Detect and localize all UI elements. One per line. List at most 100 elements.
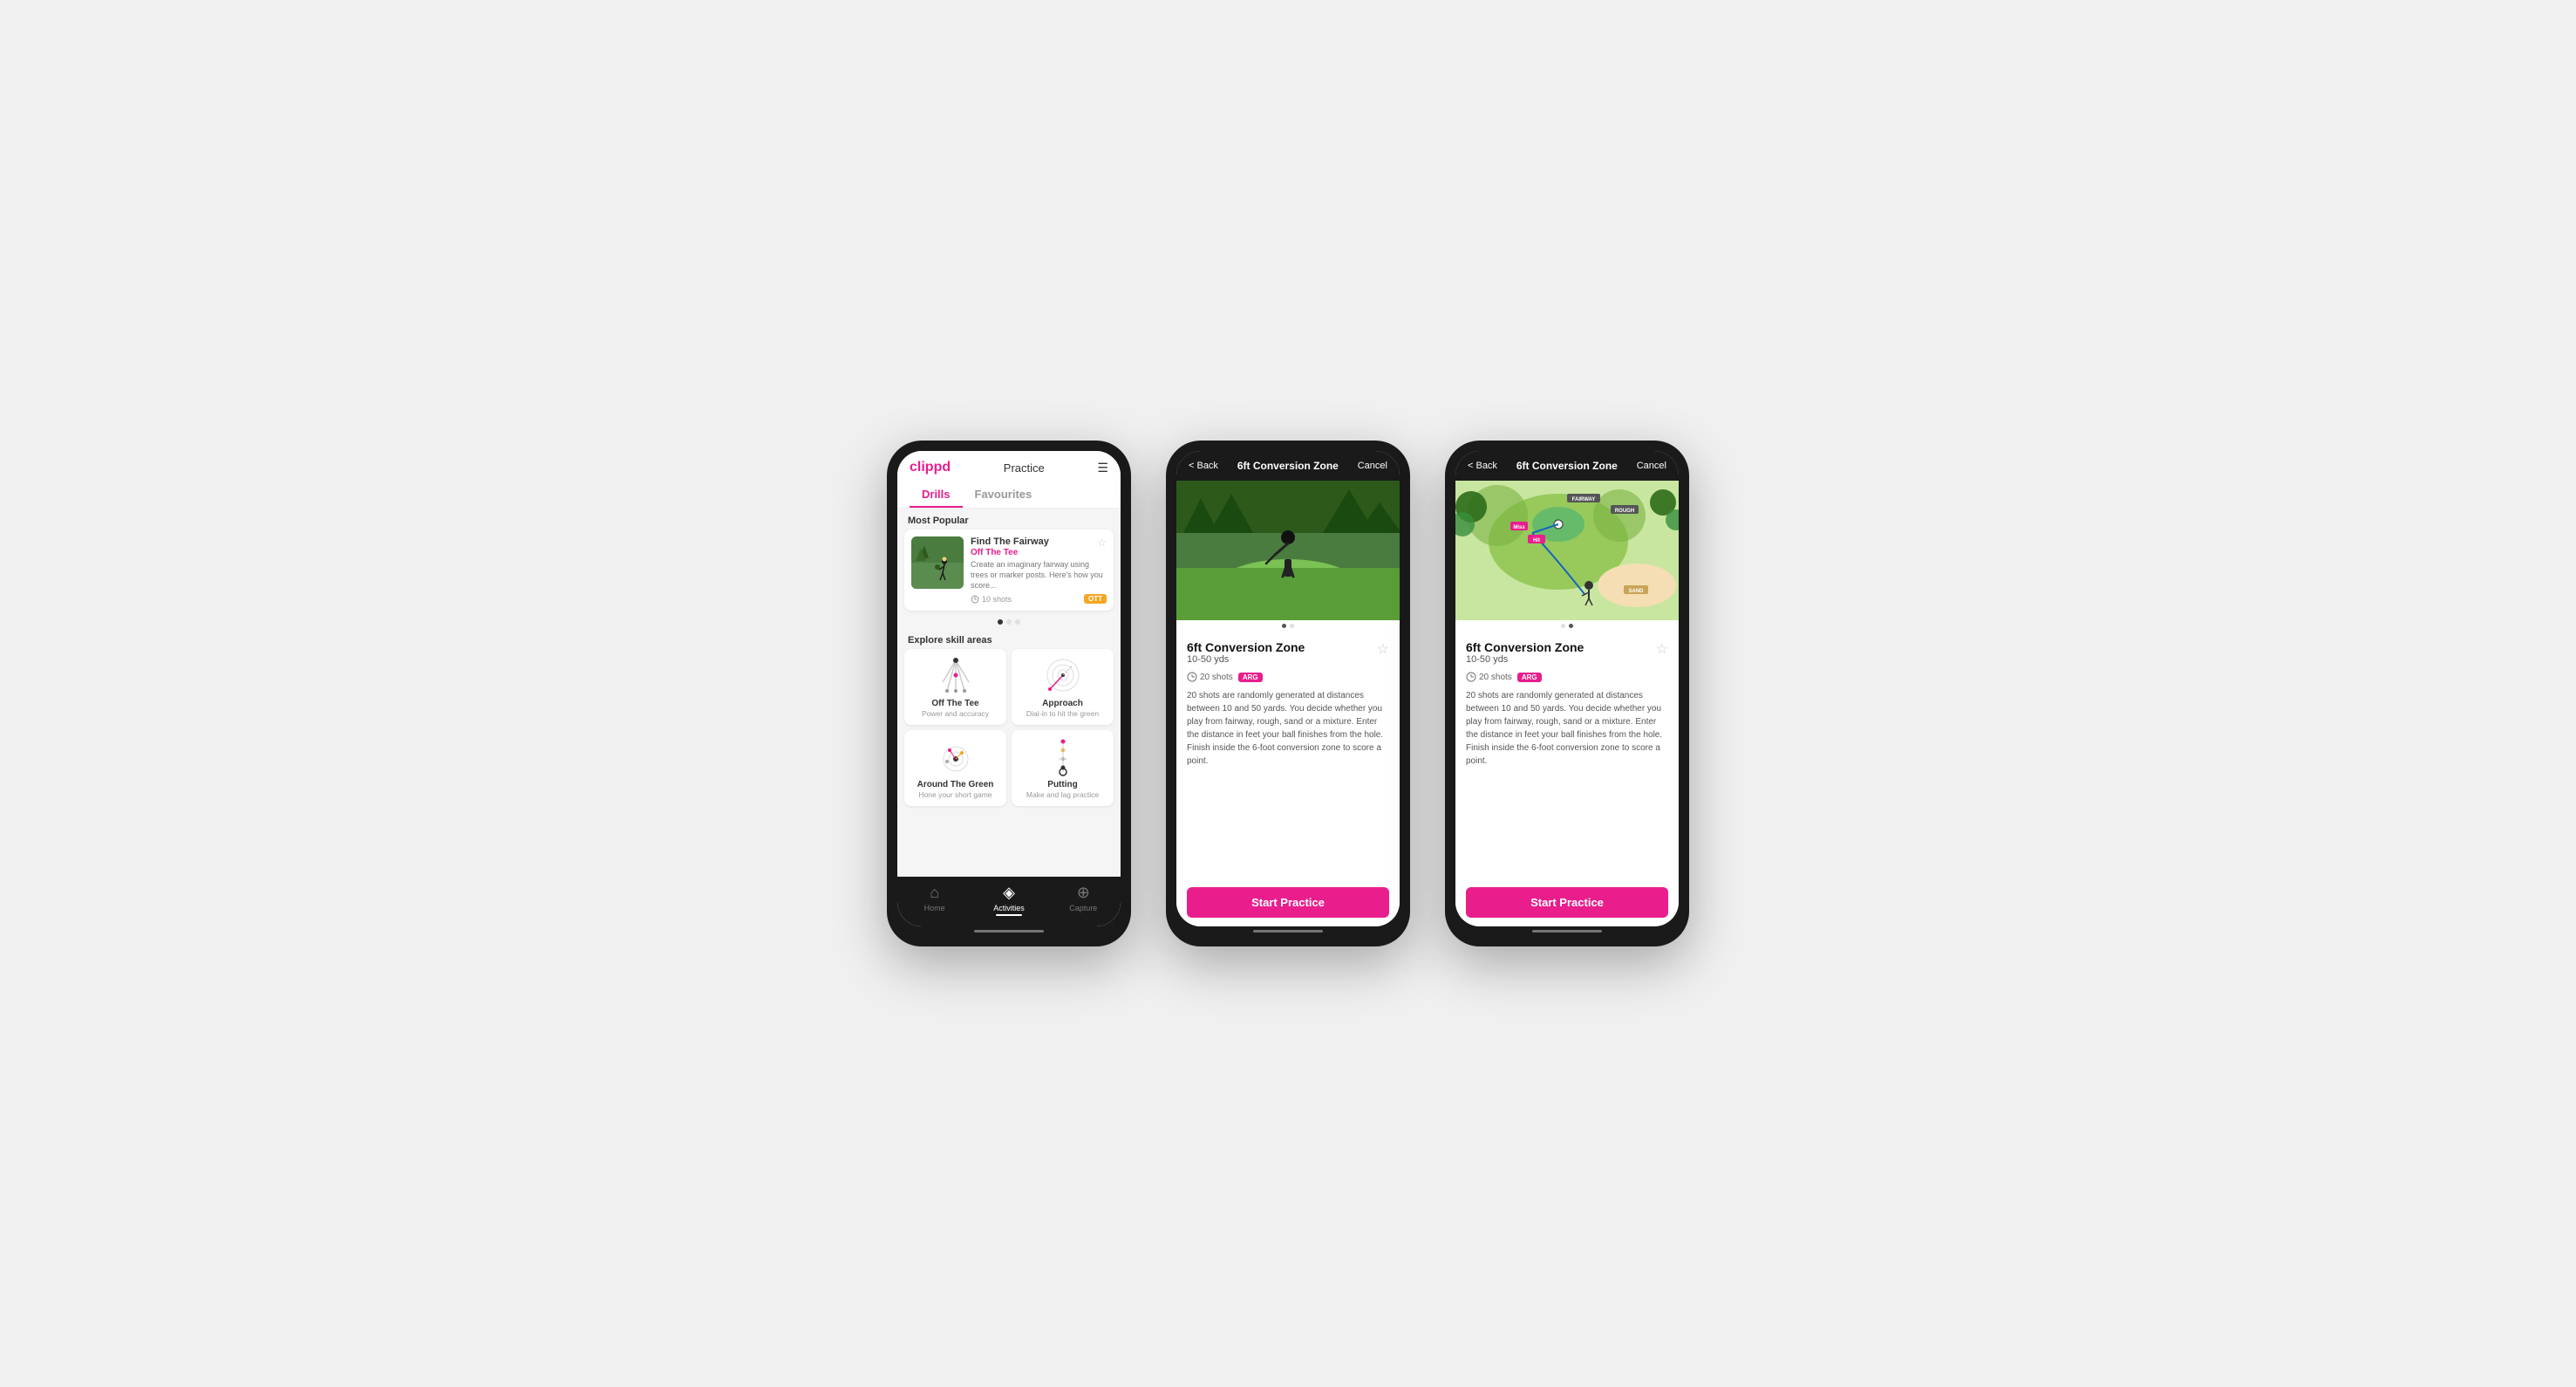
tab-drills[interactable]: Drills <box>910 482 963 508</box>
dot-3 <box>1015 619 1020 625</box>
favourite-star[interactable]: ☆ <box>1097 536 1107 549</box>
drill-footer: 10 shots OTT <box>971 594 1107 604</box>
svg-text:FAIRWAY: FAIRWAY <box>1572 497 1596 502</box>
golf-photo-svg <box>1176 481 1400 620</box>
image-dot-1 <box>1282 624 1286 628</box>
svg-text:ROUGH: ROUGH <box>1615 509 1634 514</box>
start-practice-button-2[interactable]: Start Practice <box>1187 887 1389 918</box>
skill-card-arg[interactable]: Around The Green Hone your short game <box>904 730 1006 806</box>
carousel-dots <box>897 616 1121 628</box>
nav-capture[interactable]: ⊕ Capture <box>1046 884 1121 916</box>
golf-thumb-svg <box>911 536 964 589</box>
phone-3: < Back 6ft Conversion Zone Cancel <box>1445 441 1689 946</box>
home-indicator-3 <box>1532 930 1602 933</box>
image-dot-3-1 <box>1561 624 1565 628</box>
dot-1 <box>998 619 1003 625</box>
cancel-button-3[interactable]: Cancel <box>1637 461 1666 471</box>
phone-3-screen: < Back 6ft Conversion Zone Cancel <box>1455 451 1679 926</box>
phone3-header: < Back 6ft Conversion Zone Cancel <box>1455 451 1679 481</box>
ott-svg <box>934 656 978 695</box>
nav-activities[interactable]: ◈ Activities <box>971 884 1046 916</box>
drill-title-group: 6ft Conversion Zone 10-50 yds <box>1187 640 1305 668</box>
skill-card-putting[interactable]: Putting Make and lag practice <box>1012 730 1114 806</box>
arg-badge-2: ARG <box>1238 673 1263 682</box>
clock-icon <box>971 595 979 604</box>
approach-icon <box>1041 656 1085 695</box>
ott-badge: OTT <box>1084 594 1107 604</box>
detail-fav-star-2[interactable]: ☆ <box>1377 640 1389 658</box>
golf-map-svg: Hit Miss FAIRWAY ROUGH SAND <box>1455 481 1679 620</box>
arg-badge-3: ARG <box>1517 673 1542 682</box>
nav-home[interactable]: ⌂ Home <box>897 884 971 916</box>
most-popular-label: Most Popular <box>897 509 1121 530</box>
golf-photo <box>1176 481 1400 620</box>
detail-fav-star-3[interactable]: ☆ <box>1656 640 1668 658</box>
cancel-button[interactable]: Cancel <box>1358 461 1387 471</box>
shots-info-3: 20 shots <box>1466 672 1512 682</box>
drill-thumbnail <box>911 536 964 589</box>
putting-icon <box>1041 737 1085 776</box>
featured-drill-card[interactable]: Find The Fairway Off The Tee Create an i… <box>904 530 1114 611</box>
putting-svg <box>1041 737 1085 776</box>
clock-icon-2 <box>1187 672 1197 682</box>
home-icon: ⌂ <box>930 884 939 902</box>
ott-desc: Power and accuracy <box>922 709 989 718</box>
drill-detail-header-2: 6ft Conversion Zone 10-50 yds ☆ <box>1187 640 1389 668</box>
drill-detail-range-2: 10-50 yds <box>1187 654 1305 665</box>
menu-icon[interactable]: ☰ <box>1097 461 1108 475</box>
approach-desc: Dial-in to hit the green <box>1026 709 1099 718</box>
back-button[interactable]: < Back <box>1189 461 1218 471</box>
explore-label: Explore skill areas <box>897 628 1121 649</box>
home-label: Home <box>924 904 945 912</box>
drill-title-group-3: 6ft Conversion Zone 10-50 yds <box>1466 640 1584 668</box>
clock-icon-3 <box>1466 672 1476 682</box>
top-bar: clippd Practice ☰ <box>910 460 1108 475</box>
arg-icon <box>934 737 978 776</box>
drill-detail-range-3: 10-50 yds <box>1466 654 1584 665</box>
image-dot-2 <box>1290 624 1294 628</box>
skill-grid: Off The Tee Power and accuracy <box>897 649 1121 813</box>
drill-detail-title-3: 6ft Conversion Zone <box>1466 640 1584 654</box>
drill-detail-content-3: 6ft Conversion Zone 10-50 yds ☆ 20 shots… <box>1455 632 1679 926</box>
home-indicator-1 <box>974 930 1044 933</box>
drill-thumb-image <box>911 536 964 589</box>
arg-svg <box>934 737 978 776</box>
phone-1-screen: clippd Practice ☰ Drills Favourites Most… <box>897 451 1121 926</box>
shots-count: 10 shots <box>971 595 1012 604</box>
drill-detail-desc-2: 20 shots are randomly generated at dista… <box>1187 689 1389 880</box>
drill-info: Find The Fairway Off The Tee Create an i… <box>971 536 1107 604</box>
putting-name: Putting <box>1047 780 1077 789</box>
skill-card-approach[interactable]: Approach Dial-in to hit the green <box>1012 649 1114 725</box>
putting-desc: Make and lag practice <box>1026 790 1099 799</box>
phone-2: < Back 6ft Conversion Zone Cancel <box>1166 441 1410 946</box>
drill-subtitle: Off The Tee <box>971 548 1107 557</box>
skill-card-ott[interactable]: Off The Tee Power and accuracy <box>904 649 1006 725</box>
drill-detail-title-2: 6ft Conversion Zone <box>1187 640 1305 654</box>
svg-text:SAND: SAND <box>1628 589 1644 594</box>
tab-favourites[interactable]: Favourites <box>963 482 1045 508</box>
phone-2-screen: < Back 6ft Conversion Zone Cancel <box>1176 451 1400 926</box>
home-indicator-2 <box>1253 930 1323 933</box>
drill-photo <box>1176 481 1400 620</box>
start-practice-button-3[interactable]: Start Practice <box>1466 887 1668 918</box>
ott-name: Off The Tee <box>931 699 978 708</box>
image-dot-3-2 <box>1569 624 1573 628</box>
activities-label: Activities <box>993 904 1025 912</box>
svg-text:Miss: Miss <box>1513 525 1525 530</box>
arg-desc: Hone your short game <box>918 790 992 799</box>
bottom-nav: ⌂ Home ◈ Activities ⊕ Capture <box>897 877 1121 926</box>
capture-label: Capture <box>1069 904 1097 912</box>
drill-description: Create an imaginary fairway using trees … <box>971 560 1107 591</box>
tab-bar: Drills Favourites <box>910 482 1108 508</box>
capture-icon: ⊕ <box>1077 884 1090 902</box>
dot-2 <box>1006 619 1012 625</box>
header-title: Practice <box>1004 461 1045 475</box>
phones-container: clippd Practice ☰ Drills Favourites Most… <box>887 441 1689 946</box>
phone2-header: < Back 6ft Conversion Zone Cancel <box>1176 451 1400 481</box>
golf-map: Hit Miss FAIRWAY ROUGH SAND <box>1455 481 1679 620</box>
drill-detail-desc-3: 20 shots are randomly generated at dista… <box>1466 689 1668 880</box>
image-dots-2 <box>1176 620 1400 632</box>
back-button-3[interactable]: < Back <box>1468 461 1497 471</box>
approach-name: Approach <box>1042 699 1083 708</box>
phone1-header: clippd Practice ☰ Drills Favourites <box>897 451 1121 509</box>
